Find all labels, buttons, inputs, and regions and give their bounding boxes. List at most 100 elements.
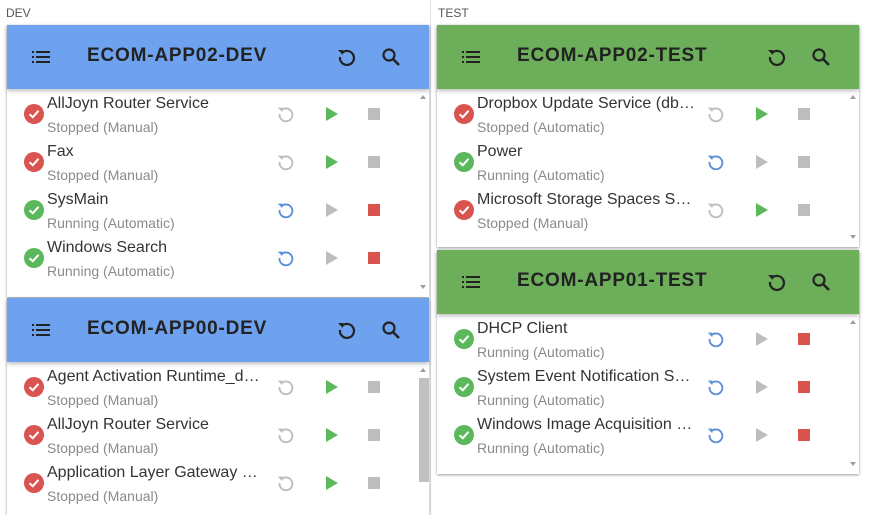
- scrollbar-thumb[interactable]: [419, 378, 429, 482]
- stop-icon[interactable]: [363, 151, 385, 173]
- server-card-header: ECOM-APP00-DEV: [7, 298, 429, 362]
- list-icon[interactable]: [461, 47, 481, 67]
- stop-icon[interactable]: [793, 199, 815, 221]
- play-icon[interactable]: [750, 376, 772, 398]
- play-icon[interactable]: [320, 376, 342, 398]
- status-error-icon: [454, 200, 474, 220]
- server-card-app02-test: ECOM-APP02-TEST Dropbox Update Service (…: [437, 25, 859, 247]
- restart-icon[interactable]: [275, 103, 297, 125]
- restart-icon[interactable]: [275, 151, 297, 173]
- restart-icon[interactable]: [275, 247, 297, 269]
- scroll-up-arrow[interactable]: [420, 368, 426, 372]
- service-name: AllJoyn Router Service: [47, 95, 209, 112]
- list-icon[interactable]: [31, 320, 51, 340]
- scrollbar[interactable]: [847, 89, 859, 247]
- scrollbar[interactable]: [847, 314, 859, 474]
- service-state: Stopped (Manual): [47, 488, 159, 504]
- dev-column-label: DEV: [6, 6, 31, 20]
- play-icon[interactable]: [320, 424, 342, 446]
- play-icon[interactable]: [320, 151, 342, 173]
- restart-icon[interactable]: [705, 424, 727, 446]
- service-state: Stopped (Manual): [477, 215, 589, 231]
- stop-icon[interactable]: [363, 472, 385, 494]
- play-icon[interactable]: [750, 151, 772, 173]
- refresh-icon[interactable]: [335, 318, 359, 342]
- stop-icon[interactable]: [363, 376, 385, 398]
- scroll-down-arrow[interactable]: [850, 462, 856, 466]
- service-name: Windows Search: [47, 239, 168, 256]
- play-icon[interactable]: [320, 103, 342, 125]
- play-icon[interactable]: [320, 247, 342, 269]
- play-icon[interactable]: [320, 199, 342, 221]
- restart-icon[interactable]: [705, 328, 727, 350]
- restart-icon[interactable]: [705, 199, 727, 221]
- stop-icon[interactable]: [793, 376, 815, 398]
- scrollbar[interactable]: [417, 362, 429, 515]
- restart-icon[interactable]: [705, 376, 727, 398]
- play-icon[interactable]: [750, 424, 772, 446]
- service-list: Agent Activation Runtime_d4… Stopped (Ma…: [7, 362, 429, 515]
- scroll-up-arrow[interactable]: [850, 320, 856, 324]
- restart-icon[interactable]: [275, 472, 297, 494]
- service-name: System Event Notification Se…: [477, 368, 695, 385]
- stop-icon[interactable]: [793, 328, 815, 350]
- play-icon[interactable]: [750, 199, 772, 221]
- service-state: Running (Automatic): [477, 344, 605, 360]
- server-title: ECOM-APP01-TEST: [517, 270, 708, 291]
- service-row: Power Running (Automatic): [437, 137, 847, 185]
- refresh-icon[interactable]: [765, 45, 789, 69]
- play-icon[interactable]: [750, 328, 772, 350]
- service-row: System Event Notification Se… Running (A…: [437, 362, 847, 410]
- list-icon[interactable]: [31, 47, 51, 67]
- restart-icon[interactable]: [275, 424, 297, 446]
- search-icon[interactable]: [809, 45, 833, 69]
- service-row: Windows Image Acquisition … Running (Aut…: [437, 410, 847, 458]
- service-row: Dropbox Update Service (db… Stopped (Aut…: [437, 89, 847, 137]
- service-name: Agent Activation Runtime_d4…: [47, 368, 265, 385]
- service-list: Dropbox Update Service (db… Stopped (Aut…: [437, 89, 859, 247]
- scroll-up-arrow[interactable]: [850, 95, 856, 99]
- status-ok-icon: [454, 329, 474, 349]
- stop-icon[interactable]: [793, 151, 815, 173]
- refresh-icon[interactable]: [335, 45, 359, 69]
- scroll-down-arrow[interactable]: [850, 235, 856, 239]
- stop-icon[interactable]: [363, 247, 385, 269]
- play-icon[interactable]: [750, 103, 772, 125]
- restart-icon[interactable]: [275, 376, 297, 398]
- service-state: Stopped (Automatic): [477, 119, 605, 135]
- service-state: Stopped (Manual): [47, 440, 159, 456]
- search-icon[interactable]: [809, 270, 833, 294]
- service-state: Stopped (Manual): [47, 119, 159, 135]
- scrollbar[interactable]: [417, 89, 429, 297]
- stop-icon[interactable]: [363, 199, 385, 221]
- refresh-icon[interactable]: [765, 270, 789, 294]
- service-row: AllJoyn Router Service Stopped (Manual): [7, 89, 417, 137]
- status-ok-icon: [24, 248, 44, 268]
- play-icon[interactable]: [320, 472, 342, 494]
- search-icon[interactable]: [379, 45, 403, 69]
- stop-icon[interactable]: [363, 103, 385, 125]
- service-state: Stopped (Manual): [47, 167, 159, 183]
- test-column-label: TEST: [438, 6, 469, 20]
- service-row: Agent Activation Runtime_d4… Stopped (Ma…: [7, 362, 417, 410]
- service-row: DHCP Client Running (Automatic): [437, 314, 847, 362]
- server-card-app02-dev: ECOM-APP02-DEV AllJoyn Router Service St…: [7, 25, 429, 297]
- stop-icon[interactable]: [793, 103, 815, 125]
- server-card-header: ECOM-APP01-TEST: [437, 250, 859, 314]
- restart-icon[interactable]: [275, 199, 297, 221]
- scroll-down-arrow[interactable]: [420, 285, 426, 289]
- service-list: AllJoyn Router Service Stopped (Manual) …: [7, 89, 429, 297]
- status-ok-icon: [24, 200, 44, 220]
- restart-icon[interactable]: [705, 103, 727, 125]
- stop-icon[interactable]: [363, 424, 385, 446]
- service-row: Application Layer Gateway S… Stopped (Ma…: [7, 458, 417, 506]
- stop-icon[interactable]: [793, 424, 815, 446]
- restart-icon[interactable]: [705, 151, 727, 173]
- server-title: ECOM-APP00-DEV: [87, 318, 268, 339]
- scroll-up-arrow[interactable]: [420, 95, 426, 99]
- server-card-app00-dev: ECOM-APP00-DEV Agent Activation Runtime_…: [7, 298, 429, 515]
- status-error-icon: [24, 425, 44, 445]
- service-row: SysMain Running (Automatic): [7, 185, 417, 233]
- search-icon[interactable]: [379, 318, 403, 342]
- list-icon[interactable]: [461, 272, 481, 292]
